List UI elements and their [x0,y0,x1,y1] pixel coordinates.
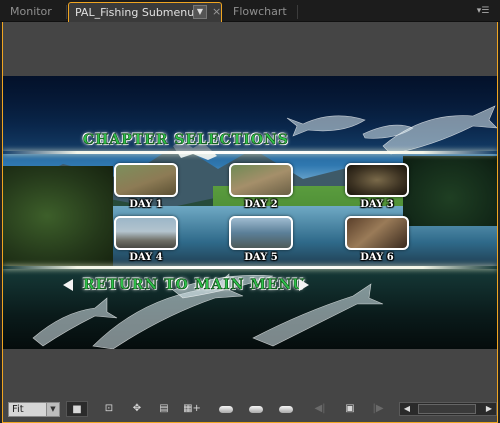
day-4-label[interactable]: DAY 4 [111,252,181,263]
day-6-label[interactable]: DAY 6 [342,252,412,263]
tab-flowchart[interactable]: Flowchart [225,2,297,22]
arrow-right-icon [299,279,309,291]
tab-monitor-label: Monitor [10,5,52,18]
day-4-thumbnail-button[interactable] [114,216,178,250]
columns-icon[interactable]: ▤ [156,401,172,417]
day-6-thumbnail-button[interactable] [345,216,409,250]
next-icon[interactable]: |▶ [371,401,385,417]
day-2-label[interactable]: DAY 2 [226,199,296,210]
add-buttons-icon[interactable]: ▦+ [181,401,203,417]
scroll-right-icon[interactable]: ▶ [482,403,496,415]
tab-flowchart-label: Flowchart [233,5,287,18]
forest-right [403,156,497,226]
bottom-light-line [3,266,497,269]
safe-area-icon[interactable]: ⊡ [101,401,117,417]
menu-preview-canvas[interactable]: CHAPTER SELECTIONS DAY 1 DAY 2 DAY 3 DAY… [3,76,497,349]
day-3-label[interactable]: DAY 3 [342,199,412,210]
scroll-thumb[interactable] [418,404,476,414]
day-5-label[interactable]: DAY 5 [226,252,296,263]
move-icon[interactable]: ✥ [129,401,145,417]
day-5-thumbnail-button[interactable] [229,216,293,250]
zoom-select[interactable]: Fit ▼ [8,402,60,417]
previous-icon[interactable]: ◀| [313,401,327,417]
tab-divider [66,5,67,19]
chevron-down-icon[interactable]: ▼ [46,403,59,416]
day-1-thumbnail-button[interactable] [114,163,178,197]
panel-tab-bar: Monitor PAL_Fishing Submenu ▼ × Flowchar… [0,0,500,22]
preview-icon[interactable]: ▣ [341,401,359,417]
tree-left [3,166,113,266]
day-2-thumbnail-button[interactable] [229,163,293,197]
zoom-value: Fit [12,404,24,415]
fit-frame-icon[interactable]: ■ [66,401,88,417]
monitor-toolbar: Fit ▼ ■ ⊡ ✥ ▤ ▦+ ◀| ▣ |▶ ◀ ▶ [3,398,497,422]
day-1-label[interactable]: DAY 1 [111,199,181,210]
day-3-thumbnail-button[interactable] [345,163,409,197]
pill-button-icon[interactable] [249,406,263,413]
arrow-left-icon [63,279,73,291]
tab-monitor[interactable]: Monitor [2,2,66,22]
tab-pal-fishing-submenu[interactable]: PAL_Fishing Submenu ▼ × [68,2,222,22]
scroll-left-icon[interactable]: ◀ [400,403,414,415]
panel-menu-icon[interactable]: ▾☰ [472,4,494,18]
pill-button-icon[interactable] [279,406,293,413]
tab-active-label: PAL_Fishing Submenu [75,6,195,19]
pill-button-icon[interactable] [219,406,233,413]
top-light-line [3,151,497,154]
tab-divider [297,5,298,19]
chevron-down-icon[interactable]: ▼ [193,5,207,19]
close-icon[interactable]: × [212,3,221,21]
horizontal-scrollbar[interactable]: ◀ ▶ [399,402,497,416]
return-to-main-menu-button[interactable]: RETURN TO MAIN MENU [83,277,305,294]
chapter-selections-heading: CHAPTER SELECTIONS [83,132,289,149]
